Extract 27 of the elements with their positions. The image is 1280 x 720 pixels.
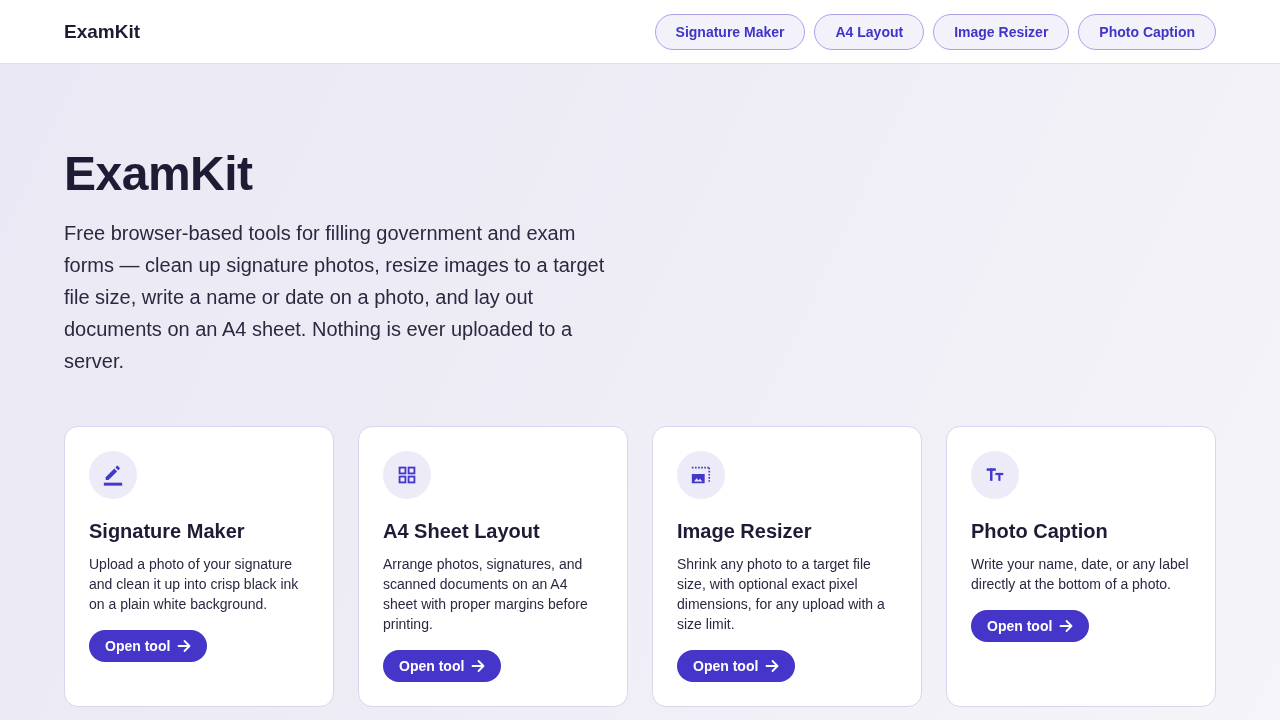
grid-icon xyxy=(383,451,431,499)
text-size-icon xyxy=(971,451,1019,499)
tool-description: Arrange photos, signatures, and scanned documents on an A4 sheet with proper margins before printing. xyxy=(383,555,589,634)
nav-link[interactable]: Image Resizer xyxy=(933,13,1070,50)
open-tool-button[interactable]: Open tool xyxy=(89,630,208,662)
open-tool-button[interactable]: Open tool xyxy=(971,610,1090,642)
tool-description: Write your name, date, or any label directly at the bottom of a photo. xyxy=(971,555,1190,594)
open-tool-button[interactable]: Open tool xyxy=(677,650,796,682)
arrow-right-icon xyxy=(765,659,780,673)
arrow-right-icon xyxy=(471,659,486,673)
tool-title: Image Resizer xyxy=(677,519,812,544)
nav-link[interactable]: A4 Layout xyxy=(814,13,925,50)
intro-paragraph: Free browser-based tools for filling government and exam forms — clean up signature photos, resize images to a target file size, write a name or date on a photo, and lay out documents on an A4 sheet. Nothing is ever uploaded to a server. xyxy=(64,221,606,374)
tool-description: Upload a photo of your signature and clean it up into crisp black ink on a plain white background. xyxy=(89,555,300,614)
page-title: ExamKit xyxy=(64,146,254,202)
tool-description: Shrink any photo to a target file size, with optional exact pixel dimensions, for any upload with a size limit. xyxy=(677,555,886,634)
nav-link[interactable]: Photo Caption xyxy=(1078,13,1216,50)
tool-title: A4 Sheet Layout xyxy=(383,519,540,544)
tool-title: Signature Maker xyxy=(89,519,245,544)
image-resize-icon xyxy=(677,451,725,499)
tool-title: Photo Caption xyxy=(971,519,1108,544)
nav-link[interactable]: Signature Maker xyxy=(654,13,806,50)
pencil-icon xyxy=(89,451,137,499)
arrow-right-icon xyxy=(1059,619,1074,633)
site-logo[interactable]: ExamKit xyxy=(64,20,141,43)
arrow-right-icon xyxy=(177,639,192,653)
open-tool-button[interactable]: Open tool xyxy=(383,650,502,682)
